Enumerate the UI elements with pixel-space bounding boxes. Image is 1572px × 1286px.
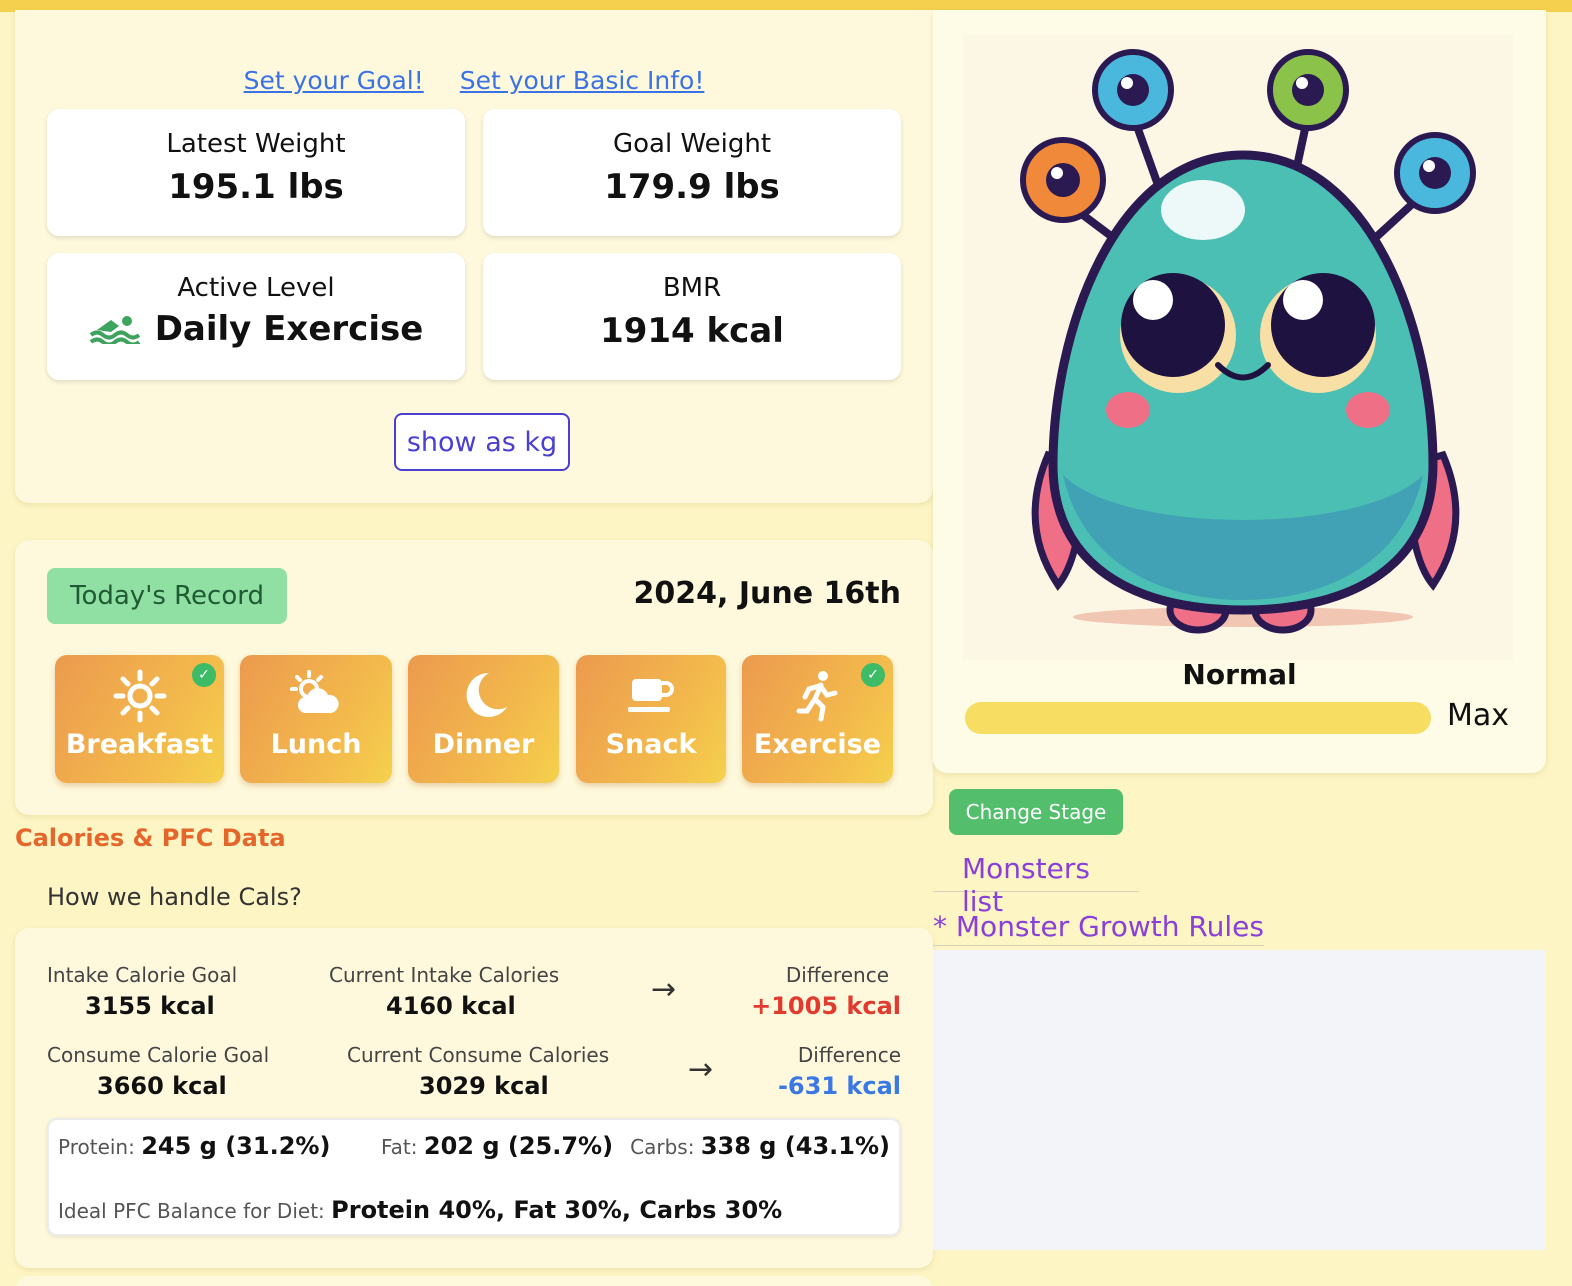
- record-date: 2024, June 16th: [633, 576, 901, 611]
- bmr-value: 1914 kcal: [600, 311, 784, 351]
- calories-panel: Intake Calorie Goal 3155 kcal Current In…: [15, 928, 933, 1268]
- protein-stat: Protein: 245 g (31.2%): [58, 1132, 330, 1160]
- check-icon: ✓: [861, 663, 885, 687]
- latest-weight-value: 195.1 lbs: [168, 167, 344, 207]
- arrow-icon: →: [651, 972, 677, 1007]
- profile-panel: Set your Goal! Set your Basic Info! Late…: [15, 10, 933, 503]
- consume-difference-value: -631 kcal: [777, 1072, 901, 1100]
- fat-value: 202 g (25.7%): [423, 1132, 614, 1160]
- protein-value: 245 g (31.2%): [141, 1132, 331, 1160]
- snack-button[interactable]: Snack: [576, 655, 726, 783]
- dinner-label: Dinner: [432, 729, 535, 760]
- intake-goal-value: 3155 kcal: [85, 992, 215, 1020]
- current-intake-label: Current Intake Calories: [329, 963, 560, 987]
- arrow-icon: →: [688, 1052, 714, 1087]
- active-level-value: Daily Exercise: [154, 309, 424, 349]
- bmr-label: BMR: [662, 273, 722, 303]
- consume-goal-value: 3660 kcal: [97, 1072, 227, 1100]
- carbs-label: Carbs:: [630, 1135, 695, 1159]
- calories-heading: Calories & PFC Data: [15, 824, 286, 852]
- goal-weight-label: Goal Weight: [612, 129, 772, 159]
- carbs-value: 338 g (43.1%): [700, 1132, 890, 1160]
- consume-goal-label: Consume Calorie Goal: [47, 1043, 270, 1067]
- how-we-handle-cals-link[interactable]: How we handle Cals?: [47, 883, 302, 911]
- growth-max-label: Max: [1447, 698, 1510, 733]
- moon-icon: [466, 672, 507, 717]
- latest-weight-label: Latest Weight: [166, 129, 346, 159]
- protein-label: Protein:: [58, 1135, 135, 1159]
- partly-cloudy-icon: [290, 670, 339, 713]
- today-record-panel: Today's Record 2024, June 16th Breakfast…: [15, 540, 933, 815]
- running-icon: [796, 671, 837, 722]
- active-level-label: Active Level: [177, 273, 335, 303]
- growth-progress-bar: [965, 702, 1431, 734]
- bmr-card: BMR 1914 kcal: [483, 253, 901, 380]
- consume-difference-label: Difference: [797, 1043, 901, 1067]
- set-goal-link[interactable]: Set your Goal!: [244, 66, 424, 95]
- carbs-stat: Carbs: 338 g (43.1%): [630, 1132, 890, 1160]
- fat-label: Fat:: [381, 1135, 418, 1159]
- lunch-label: Lunch: [270, 729, 362, 760]
- snack-label: Snack: [605, 729, 697, 760]
- goal-weight-value: 179.9 lbs: [604, 167, 780, 207]
- intake-difference-value: +1005 kcal: [751, 992, 901, 1020]
- goal-weight-card: Goal Weight 179.9 lbs: [483, 109, 901, 236]
- today-record-badge: Today's Record: [47, 568, 287, 624]
- monsters-list-link[interactable]: Monsters list: [933, 852, 1139, 918]
- intake-difference-label: Difference: [785, 963, 889, 987]
- exercise-button[interactable]: Exercise ✓: [742, 655, 893, 783]
- sun-icon: [113, 669, 166, 723]
- ideal-pfc-label: Ideal PFC Balance for Diet:: [58, 1199, 325, 1223]
- latest-weight-card: Latest Weight 195.1 lbs: [47, 109, 465, 236]
- ideal-pfc-balance: Ideal PFC Balance for Diet: Protein 40%,…: [58, 1196, 782, 1224]
- current-consume-value: 3029 kcal: [419, 1072, 549, 1100]
- content-placeholder: [933, 950, 1546, 1250]
- lunch-button[interactable]: Lunch: [240, 655, 392, 783]
- active-level-card: Active Level Daily Exercise: [47, 253, 465, 380]
- set-basic-info-link[interactable]: Set your Basic Info!: [460, 66, 705, 95]
- dinner-button[interactable]: Dinner: [408, 655, 559, 783]
- swimming-icon: [89, 316, 140, 344]
- show-as-kg-button[interactable]: show as kg: [394, 413, 570, 471]
- monster-image: [963, 35, 1513, 660]
- monster-growth-rules-link[interactable]: * Monster Growth Rules: [933, 910, 1264, 946]
- next-panel-edge: [15, 1276, 933, 1286]
- monster-panel: Normal Max: [933, 10, 1546, 773]
- fat-stat: Fat: 202 g (25.7%): [381, 1132, 613, 1160]
- monster-stage-label: Normal: [1182, 658, 1297, 691]
- ideal-pfc-value: Protein 40%, Fat 30%, Carbs 30%: [331, 1196, 783, 1224]
- breakfast-label: Breakfast: [65, 729, 214, 760]
- breakfast-button[interactable]: Breakfast ✓: [55, 655, 224, 783]
- growth-progress-fill: [965, 702, 1431, 734]
- exercise-label: Exercise: [753, 729, 882, 760]
- settings-links: Set your Goal! Set your Basic Info!: [15, 66, 933, 95]
- pfc-box: Protein: 245 g (31.2%) Fat: 202 g (25.7%…: [47, 1118, 901, 1236]
- intake-goal-label: Intake Calorie Goal: [47, 963, 238, 987]
- current-consume-label: Current Consume Calories: [347, 1043, 610, 1067]
- change-stage-button[interactable]: Change Stage: [949, 789, 1123, 835]
- coffee-cup-icon: [628, 679, 674, 712]
- check-icon: ✓: [192, 663, 216, 687]
- current-intake-value: 4160 kcal: [386, 992, 516, 1020]
